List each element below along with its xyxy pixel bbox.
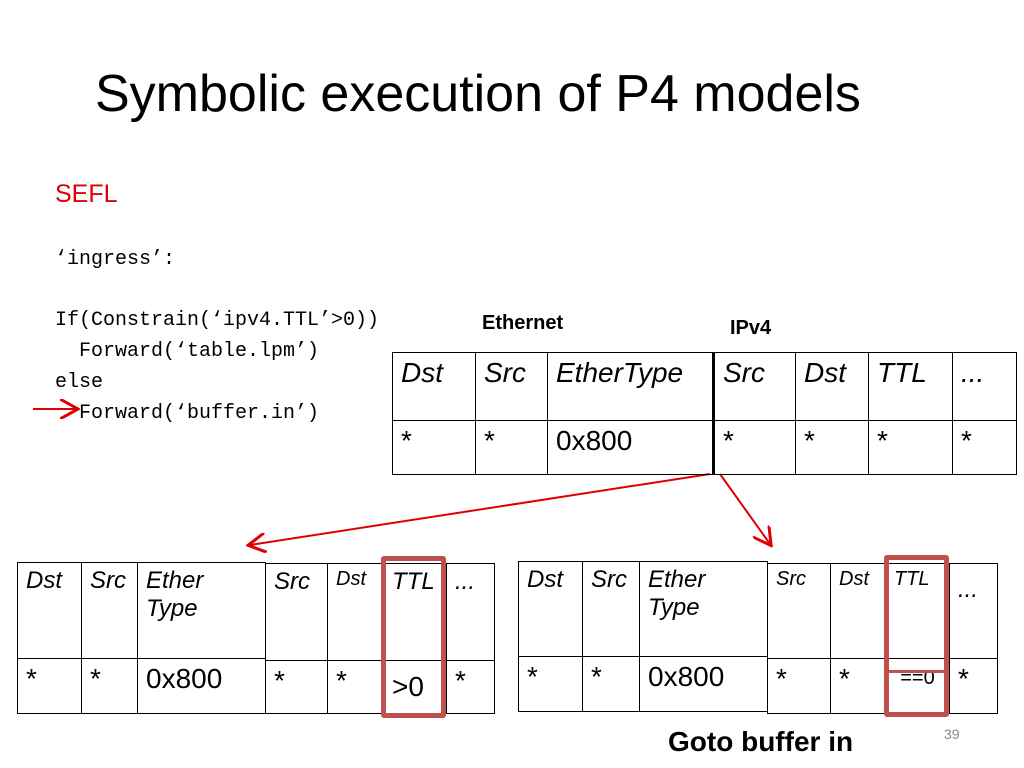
- branch-arrow-left: [250, 473, 711, 545]
- ttl-highlight: [884, 555, 949, 717]
- header-cell: Src: [265, 563, 328, 661]
- value-cell: *: [952, 420, 1017, 475]
- goto-caption: Goto buffer in: [668, 726, 854, 757]
- value-cell: *: [392, 420, 476, 475]
- header-cell: ...: [446, 563, 495, 661]
- value-cell: *: [582, 656, 640, 712]
- header-cell: Dst: [795, 352, 869, 421]
- page-number: 39: [944, 726, 960, 742]
- value-cell: *: [767, 658, 831, 714]
- left-ethernet-table: Dst Src Ether Type * * 0x800: [17, 562, 266, 714]
- header-cell: Src: [713, 352, 796, 421]
- header-cell: Dst: [830, 563, 886, 659]
- highlight-divider: [889, 670, 944, 673]
- value-cell: *: [475, 420, 548, 475]
- left-ipv4-table: Src Dst TTL... * * >0 *: [265, 563, 495, 714]
- header-cell: ...: [952, 352, 1017, 421]
- top-header-table: Dst Src EtherType Src Dst TTL ... * * 0x…: [392, 352, 1017, 475]
- header-cell: Src: [582, 561, 640, 657]
- header-cell: Ether Type: [639, 561, 768, 657]
- header-cell: Ether Type: [137, 562, 266, 659]
- value-cell: *: [327, 660, 384, 714]
- branch-arrow-right: [719, 473, 770, 544]
- header-cell: Src: [81, 562, 138, 659]
- right-ethernet-table: Dst Src Ether Type * * 0x800: [518, 561, 768, 712]
- header-cell: Dst: [327, 563, 384, 661]
- header-cell: Src: [767, 563, 831, 659]
- value-cell: *: [265, 660, 328, 714]
- value-cell: *: [518, 656, 583, 712]
- value-cell: *: [713, 420, 796, 475]
- header-cell: TTL: [868, 352, 953, 421]
- header-cell: EtherType: [547, 352, 715, 421]
- value-cell: 0x800: [547, 420, 715, 475]
- value-cell: *: [81, 658, 138, 714]
- header-cell: ...: [949, 563, 998, 659]
- value-cell: 0x800: [137, 658, 266, 714]
- value-cell: *: [830, 658, 886, 714]
- value-cell: *: [868, 420, 953, 475]
- header-cell: Src: [475, 352, 548, 421]
- value-cell: *: [17, 658, 82, 714]
- value-cell: *: [795, 420, 869, 475]
- header-cell: Dst: [518, 561, 583, 657]
- value-cell: *: [446, 660, 495, 714]
- value-cell: *: [949, 658, 998, 714]
- header-cell: Dst: [17, 562, 82, 659]
- right-ipv4-table: Src Dst TTL... * * ==0 *: [767, 563, 998, 714]
- ttl-highlight: [381, 556, 446, 718]
- header-cell: Dst: [392, 352, 476, 421]
- value-cell: 0x800: [639, 656, 768, 712]
